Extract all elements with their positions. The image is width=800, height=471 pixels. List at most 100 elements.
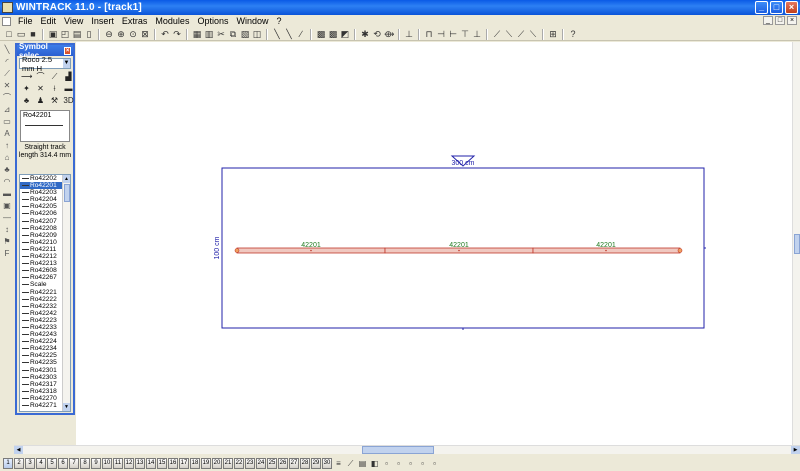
- layer-button[interactable]: 30: [322, 458, 332, 469]
- track-tool-icon[interactable]: ╲: [2, 45, 12, 55]
- scroll-down-icon[interactable]: ▼: [63, 403, 70, 411]
- page-icon[interactable]: ▯: [84, 29, 94, 39]
- house-tool-icon[interactable]: ⌂: [2, 153, 12, 163]
- vertical-scroll-thumb[interactable]: [794, 234, 800, 254]
- scenery-icon[interactable]: ♣: [21, 96, 32, 106]
- 3d-icon[interactable]: 3D: [63, 96, 74, 106]
- text-tool-icon[interactable]: A: [2, 129, 12, 139]
- layer-button[interactable]: 4: [36, 458, 46, 469]
- layout-drawing[interactable]: 300 cm 100 cm 42201 42201 42201: [76, 42, 792, 445]
- print-preview-icon[interactable]: ▣: [48, 29, 58, 39]
- flex-track-icon[interactable]: ✱: [360, 29, 370, 39]
- track-a-icon[interactable]: ╲: [272, 29, 282, 39]
- copy-icon[interactable]: ⧉: [228, 29, 238, 39]
- layer-d-icon[interactable]: ▫: [417, 458, 428, 469]
- wagon-icon[interactable]: ▬: [63, 84, 74, 94]
- layer-button[interactable]: 11: [113, 458, 123, 469]
- tool-icon[interactable]: ⚒: [49, 96, 60, 106]
- layer-button[interactable]: 9: [91, 458, 101, 469]
- decoupler-icon[interactable]: ⟊: [49, 84, 60, 94]
- vertical-scrollbar[interactable]: [792, 42, 800, 445]
- layer-button[interactable]: 8: [80, 458, 90, 469]
- switch-d-icon[interactable]: ⟍: [528, 29, 538, 39]
- straight-track-icon[interactable]: ⟶: [21, 72, 32, 82]
- layer-track-icon[interactable]: ⟋: [345, 458, 356, 469]
- measure-icon[interactable]: ⊥: [404, 29, 414, 39]
- scroll-right-icon[interactable]: ▶: [791, 446, 800, 454]
- redo-icon[interactable]: ↷: [172, 29, 182, 39]
- layer-button[interactable]: 16: [168, 458, 178, 469]
- zoom-out-icon[interactable]: ⊖: [104, 29, 114, 39]
- menu-help[interactable]: ?: [273, 16, 286, 26]
- curve-track-icon[interactable]: ⌒: [35, 72, 46, 82]
- connect-icon[interactable]: ◩: [340, 29, 350, 39]
- horizontal-scrollbar[interactable]: ◀ ▶: [14, 445, 800, 454]
- joint-c-icon[interactable]: ⊤: [460, 29, 470, 39]
- layer-button[interactable]: 18: [190, 458, 200, 469]
- turnout-track-icon[interactable]: ⟋: [49, 72, 60, 82]
- tree-tool-icon[interactable]: ♣: [2, 165, 12, 175]
- layer-button[interactable]: 13: [135, 458, 145, 469]
- mdi-restore-button[interactable]: □: [775, 16, 785, 25]
- chevron-down-icon[interactable]: ▼: [62, 59, 70, 68]
- layer-button[interactable]: 17: [179, 458, 189, 469]
- palette-close-button[interactable]: ×: [64, 46, 71, 55]
- flag-tool-icon[interactable]: ⚑: [2, 237, 12, 247]
- signal-icon[interactable]: ✦: [21, 84, 32, 94]
- layer-button[interactable]: 24: [256, 458, 266, 469]
- layer-button[interactable]: 22: [234, 458, 244, 469]
- snap-icon[interactable]: ⊓: [424, 29, 434, 39]
- ruler-tool-icon[interactable]: ⊿: [2, 105, 12, 115]
- document-icon[interactable]: [2, 16, 11, 26]
- menu-window[interactable]: Window: [232, 16, 272, 26]
- group-icon[interactable]: ▩: [316, 29, 326, 39]
- track-c-icon[interactable]: ∕: [296, 29, 306, 39]
- track-system-select[interactable]: Roco 2.5 mm H ▼: [19, 55, 71, 73]
- print-icon[interactable]: ▤: [72, 29, 82, 39]
- layer-button[interactable]: 27: [289, 458, 299, 469]
- joint-b-icon[interactable]: ⊢: [448, 29, 458, 39]
- track-b-icon[interactable]: ╲: [284, 29, 294, 39]
- layer-button[interactable]: 23: [245, 458, 255, 469]
- drawing-canvas[interactable]: 300 cm 100 cm 42201 42201 42201: [76, 42, 792, 445]
- picture-tool-icon[interactable]: ▣: [2, 201, 12, 211]
- landscape-tool-icon[interactable]: ▬: [2, 189, 12, 199]
- close-button[interactable]: ×: [785, 1, 798, 14]
- layer-button[interactable]: 20: [212, 458, 222, 469]
- menu-insert[interactable]: Insert: [87, 16, 118, 26]
- symbol-list[interactable]: Ro42202 Ro42201 Ro42203 Ro42204 Ro42205 Ro422…: [19, 174, 71, 412]
- line-tool-icon[interactable]: —: [2, 213, 12, 223]
- layer-button[interactable]: 6: [58, 458, 68, 469]
- zoom-in-icon[interactable]: ⊕: [116, 29, 126, 39]
- platform-tool-icon[interactable]: ▭: [2, 117, 12, 127]
- layer-button[interactable]: 15: [157, 458, 167, 469]
- joint-d-icon[interactable]: ⊥: [472, 29, 482, 39]
- crossing-tool-icon[interactable]: ✕: [2, 81, 12, 91]
- properties-icon[interactable]: ▦: [192, 29, 202, 39]
- crossing-icon[interactable]: ✕: [35, 84, 46, 94]
- dim-tool-icon[interactable]: ↕: [2, 225, 12, 235]
- paste-icon[interactable]: ▧: [240, 29, 250, 39]
- layer-button[interactable]: 14: [146, 458, 156, 469]
- delete-icon[interactable]: ▥: [204, 29, 214, 39]
- curve-tool-icon[interactable]: ◜: [2, 57, 12, 67]
- layer-c-icon[interactable]: ▫: [405, 458, 416, 469]
- menu-edit[interactable]: Edit: [37, 16, 61, 26]
- joint-a-icon[interactable]: ⊣: [436, 29, 446, 39]
- rotate-icon[interactable]: ⟲: [372, 29, 382, 39]
- cut-icon[interactable]: ✂: [216, 29, 226, 39]
- layer-settings-icon[interactable]: ≡: [333, 458, 344, 469]
- layer-button[interactable]: 26: [278, 458, 288, 469]
- track-end-right[interactable]: [677, 248, 683, 253]
- mdi-close-button[interactable]: ×: [787, 16, 797, 25]
- layer-b-icon[interactable]: ▫: [393, 458, 404, 469]
- mdi-minimize-button[interactable]: _: [763, 16, 773, 25]
- duplicate-icon[interactable]: ◫: [252, 29, 262, 39]
- menu-view[interactable]: View: [60, 16, 87, 26]
- grid-icon[interactable]: ⊞: [548, 29, 558, 39]
- switch-b-icon[interactable]: ⟍: [504, 29, 514, 39]
- maximize-button[interactable]: □: [770, 1, 783, 14]
- help-icon[interactable]: ?: [568, 29, 578, 39]
- bridge-tool-icon[interactable]: ⌒: [2, 93, 12, 103]
- menu-file[interactable]: File: [14, 16, 37, 26]
